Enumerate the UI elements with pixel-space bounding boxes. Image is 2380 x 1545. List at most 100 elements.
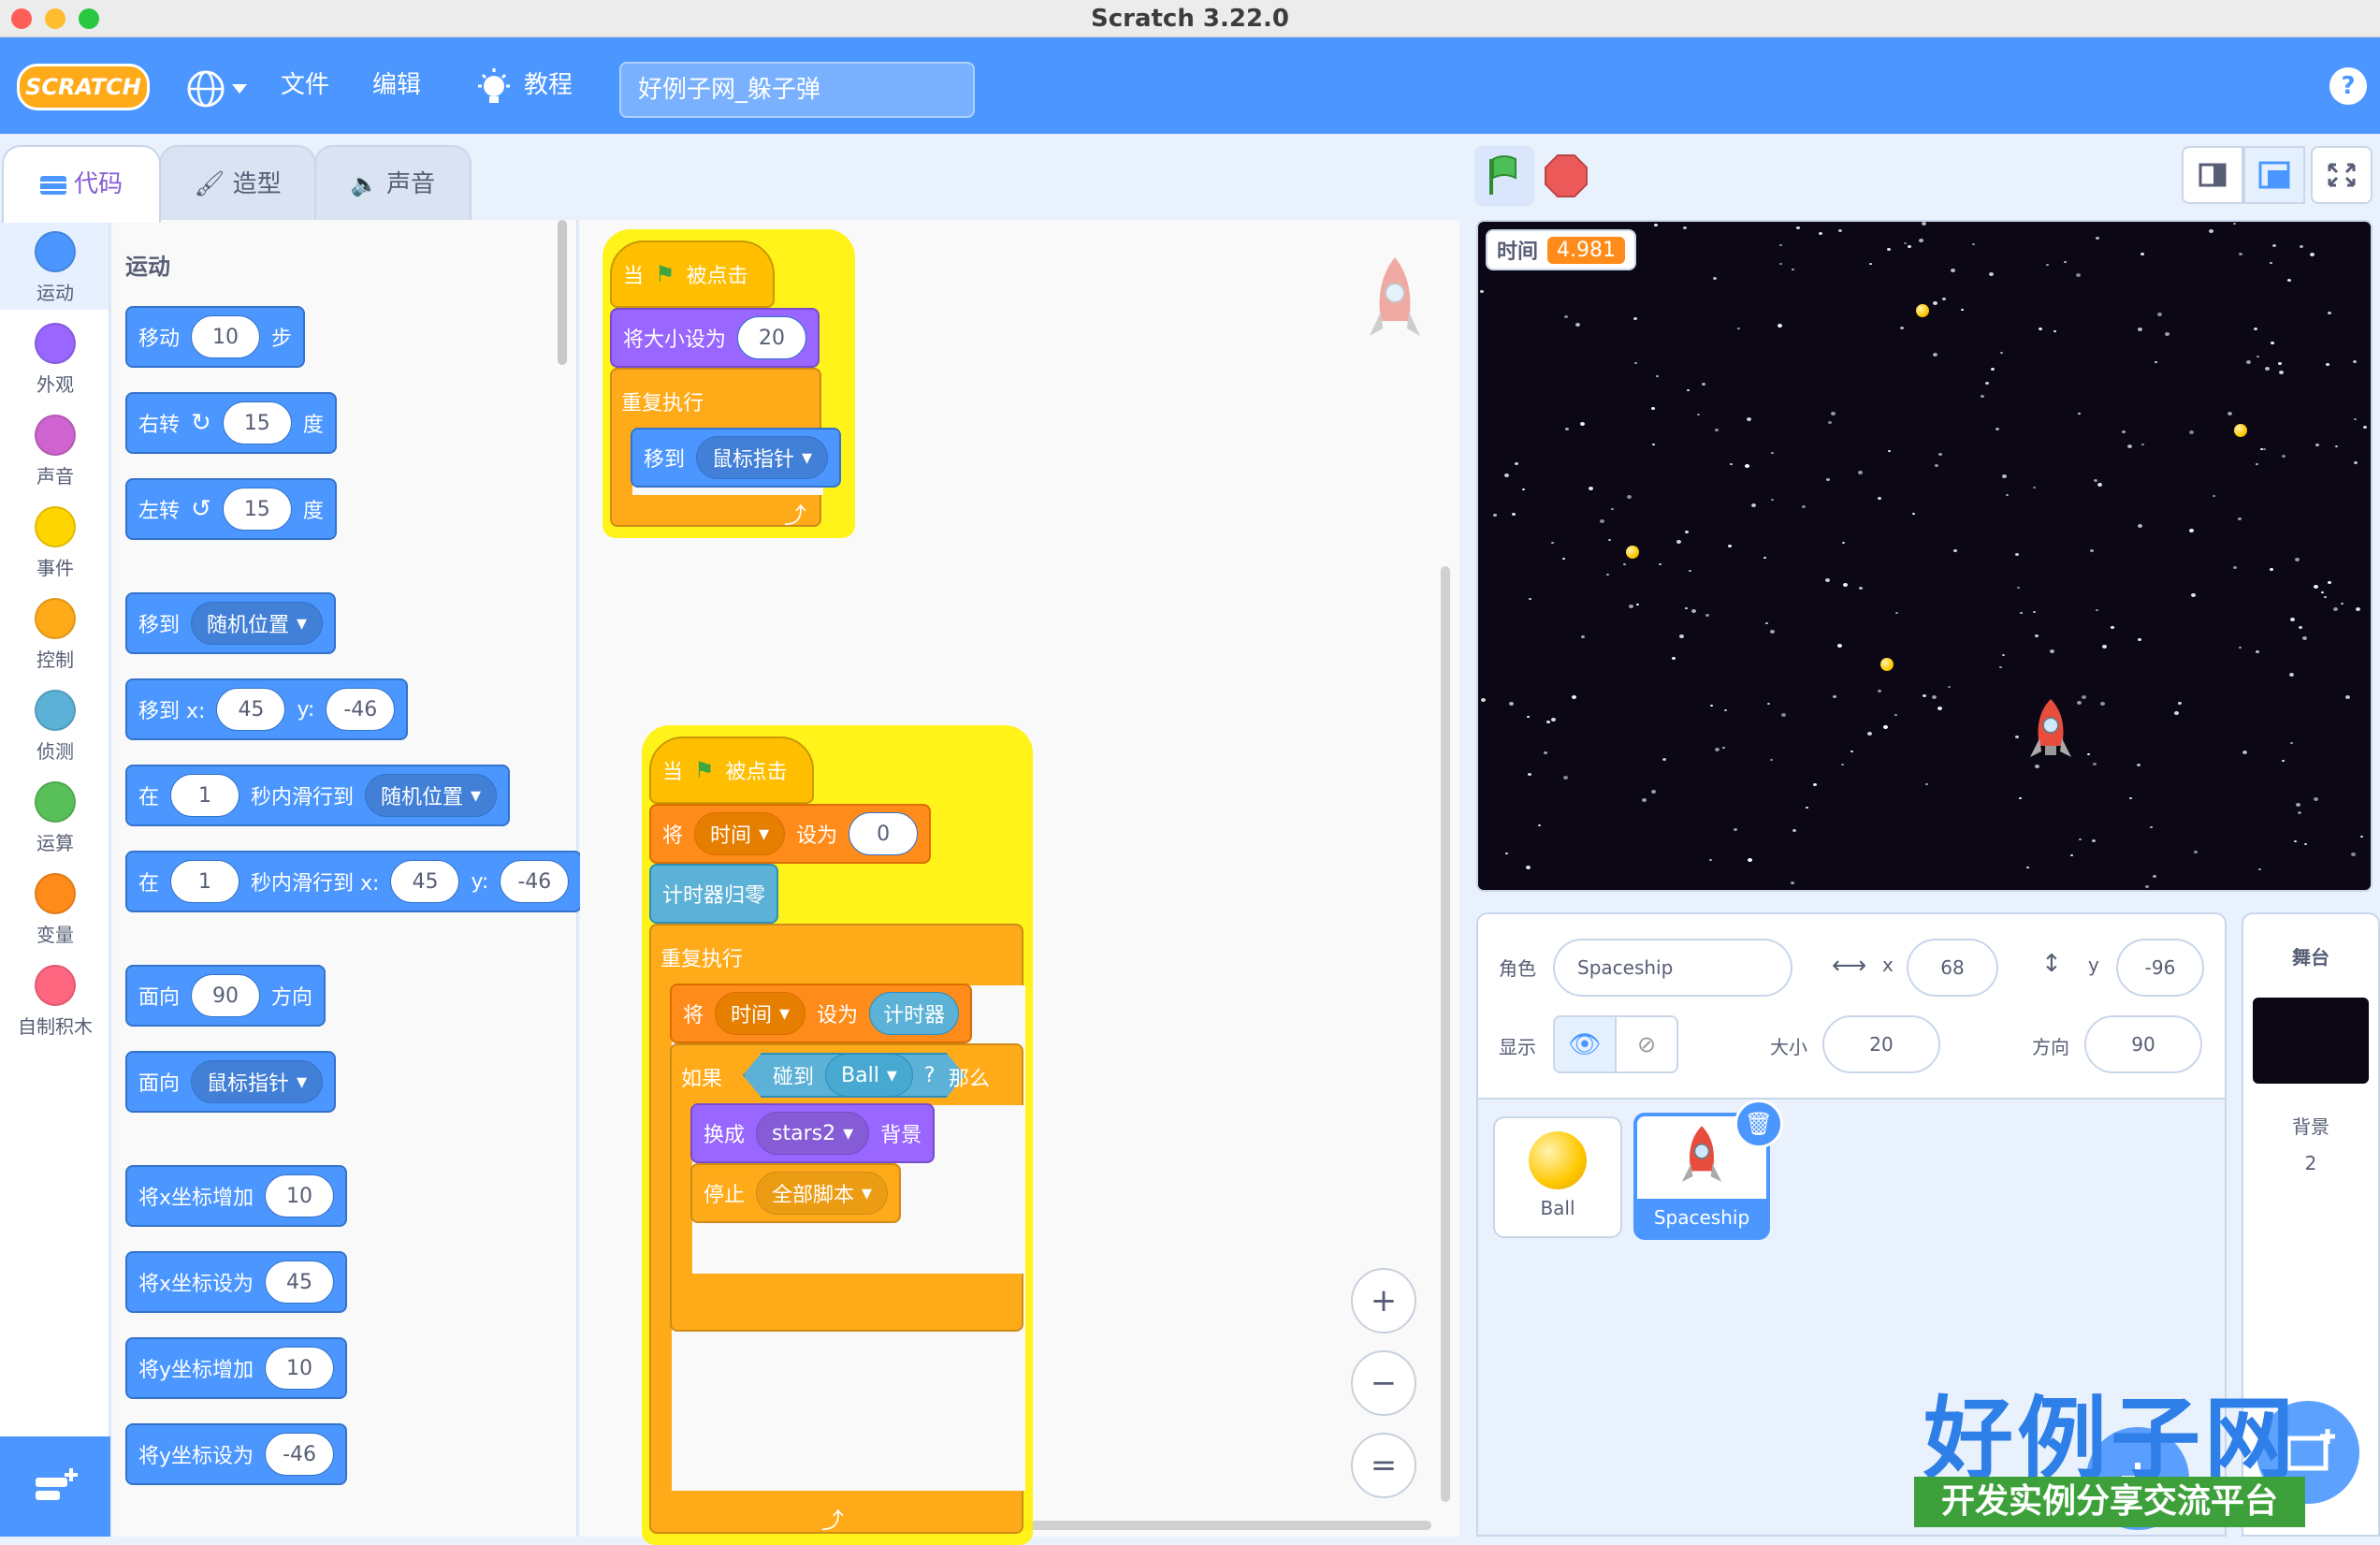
timer-reporter[interactable]: 计时器: [869, 992, 960, 1035]
category-events[interactable]: 事件: [0, 506, 110, 580]
x-input[interactable]: 10: [265, 1174, 335, 1217]
goto-target-dropdown[interactable]: 随机位置 ▾: [191, 602, 324, 645]
category-my-blocks[interactable]: 自制积木: [0, 965, 110, 1039]
direction-input[interactable]: 90: [2084, 1015, 2202, 1073]
category-motion[interactable]: 运动: [0, 231, 110, 305]
script1-when-flag-clicked[interactable]: 当 ⚑ 被点击: [610, 240, 775, 308]
x-input[interactable]: 45: [265, 1261, 335, 1304]
category-operators[interactable]: 运算: [0, 781, 110, 855]
ball-sprite[interactable]: [1916, 304, 1929, 317]
size-input[interactable]: 20: [1822, 1015, 1940, 1073]
glide-target-dropdown[interactable]: 随机位置 ▾: [365, 774, 498, 817]
block-point-direction[interactable]: 面向 90 方向: [125, 965, 327, 1027]
script2-set-variable[interactable]: 将 时间 ▾ 设为 0: [649, 804, 932, 864]
stage-canvas[interactable]: 时间 4.981: [1476, 220, 2373, 892]
scratch-logo[interactable]: SCRATCH: [17, 64, 150, 110]
block-point-towards[interactable]: 面向 鼠标指针 ▾: [125, 1051, 337, 1113]
block-set-x[interactable]: 将x坐标设为 45: [125, 1251, 348, 1313]
value-input[interactable]: 0: [849, 812, 919, 855]
category-looks[interactable]: 外观: [0, 323, 110, 397]
ball-sprite[interactable]: [1880, 658, 1894, 671]
backdrop-dropdown[interactable]: stars2 ▾: [756, 1112, 870, 1155]
block-glide-xy[interactable]: 在 1 秒内滑行到 x: 45 y: -46: [125, 851, 583, 912]
small-stage-button[interactable]: [2182, 146, 2243, 204]
category-sensing[interactable]: 侦测: [0, 690, 110, 764]
variable-dropdown[interactable]: 时间 ▾: [694, 812, 786, 855]
block-text: 设为: [817, 1004, 859, 1028]
script2-switch-backdrop[interactable]: 换成 stars2 ▾ 背景: [690, 1103, 936, 1163]
block-goto-xy[interactable]: 移到 x: 45 y: -46: [125, 678, 409, 740]
script2-when-flag-clicked[interactable]: 当 ⚑ 被点击: [649, 736, 814, 804]
zoom-reset-button[interactable]: =: [1351, 1433, 1416, 1498]
ball-sprite[interactable]: [2234, 424, 2247, 437]
zoom-in-button[interactable]: +: [1351, 1268, 1416, 1334]
palette-scrollbar[interactable]: [558, 220, 567, 365]
touching-condition[interactable]: 碰到 Ball ▾ ?: [743, 1053, 965, 1098]
green-flag-button[interactable]: [1474, 146, 1534, 206]
block-change-y[interactable]: 将y坐标增加 10: [125, 1337, 348, 1399]
block-change-x[interactable]: 将x坐标增加 10: [125, 1165, 348, 1227]
y-input[interactable]: -46: [265, 1433, 335, 1476]
zoom-in-icon: +: [1370, 1282, 1398, 1319]
variable-dropdown[interactable]: 时间 ▾: [715, 992, 806, 1035]
goto-target-dropdown[interactable]: 鼠标指针 ▾: [696, 436, 829, 479]
script-area[interactable]: 当 ⚑ 被点击 将大小设为 20 重复执行 ⤴ 移到 鼠标指针 ▾ 当 ⚑ 被点击…: [580, 220, 1459, 1545]
delete-sprite-button[interactable]: 🗑: [1734, 1100, 1783, 1148]
size-input[interactable]: 20: [737, 316, 807, 359]
script2-set-variable-timer[interactable]: 将 时间 ▾ 设为 计时器: [670, 984, 973, 1043]
category-variables[interactable]: 变量: [0, 873, 110, 947]
project-title-input[interactable]: 好例子网_躲子弹: [619, 62, 975, 118]
tab-sounds[interactable]: 🔈 声音: [314, 145, 472, 220]
tab-costumes[interactable]: 🖌 造型: [159, 145, 316, 220]
dropdown-arrow-icon: ▾: [886, 1063, 897, 1087]
fullscreen-button[interactable]: [2311, 146, 2373, 204]
variable-monitor[interactable]: 时间 4.981: [1486, 229, 1636, 270]
block-goto[interactable]: 移到 随机位置 ▾: [125, 592, 337, 654]
script2-stop-all[interactable]: 停止 全部脚本 ▾: [690, 1163, 902, 1223]
show-sprite-button[interactable]: 👁: [1553, 1015, 1617, 1073]
point-target-dropdown[interactable]: 鼠标指针 ▾: [191, 1060, 324, 1103]
direction-input[interactable]: 90: [191, 974, 261, 1017]
x-input[interactable]: 45: [216, 688, 286, 731]
add-extension-button[interactable]: [0, 1436, 110, 1537]
file-menu[interactable]: 文件: [281, 37, 329, 134]
steps-input[interactable]: 10: [191, 315, 261, 358]
large-stage-button[interactable]: [2243, 146, 2305, 204]
hide-sprite-button[interactable]: ⊘: [1615, 1015, 1678, 1073]
block-turn-right[interactable]: 右转 ↻ 15 度: [125, 392, 337, 454]
help-button[interactable]: ?: [2329, 67, 2367, 105]
edit-menu[interactable]: 编辑: [372, 37, 421, 134]
star: [2153, 875, 2156, 878]
script-vertical-scrollbar[interactable]: [1441, 566, 1450, 1502]
zoom-out-button[interactable]: −: [1351, 1350, 1416, 1416]
block-set-y[interactable]: 将y坐标设为 -46: [125, 1423, 348, 1485]
script1-set-size[interactable]: 将大小设为 20: [610, 308, 820, 368]
block-turn-left[interactable]: 左转 ↺ 15 度: [125, 478, 337, 540]
script2-reset-timer[interactable]: 计时器归零: [649, 864, 779, 924]
block-move-steps[interactable]: 移动 10 步: [125, 306, 306, 368]
degrees-input[interactable]: 15: [222, 401, 292, 445]
x-input[interactable]: 45: [390, 860, 460, 903]
y-input[interactable]: 10: [265, 1347, 335, 1390]
category-control[interactable]: 控制: [0, 598, 110, 672]
tab-code[interactable]: 代码: [2, 145, 161, 223]
seconds-input[interactable]: 1: [170, 774, 240, 817]
language-menu[interactable]: [185, 67, 253, 114]
y-input[interactable]: -46: [500, 860, 570, 903]
touching-target-dropdown[interactable]: Ball ▾: [825, 1054, 913, 1097]
tutorials-menu[interactable]: 教程: [524, 37, 573, 134]
sprite-name-input[interactable]: Spaceship: [1553, 939, 1792, 997]
spaceship-sprite[interactable]: [2026, 697, 2075, 768]
y-position-input[interactable]: -96: [2116, 939, 2204, 997]
category-sound[interactable]: 声音: [0, 415, 110, 488]
block-glide-to[interactable]: 在 1 秒内滑行到 随机位置 ▾: [125, 765, 511, 826]
stop-option-dropdown[interactable]: 全部脚本 ▾: [756, 1172, 889, 1215]
ball-sprite[interactable]: [1626, 546, 1639, 559]
stop-button[interactable]: [1544, 153, 1589, 198]
script1-goto[interactable]: 移到 鼠标指针 ▾: [631, 428, 842, 488]
x-position-input[interactable]: 68: [1907, 939, 1998, 997]
sprite-card-ball[interactable]: Ball: [1493, 1116, 1622, 1238]
degrees-input[interactable]: 15: [222, 488, 292, 531]
y-input[interactable]: -46: [326, 688, 396, 731]
seconds-input[interactable]: 1: [170, 860, 240, 903]
